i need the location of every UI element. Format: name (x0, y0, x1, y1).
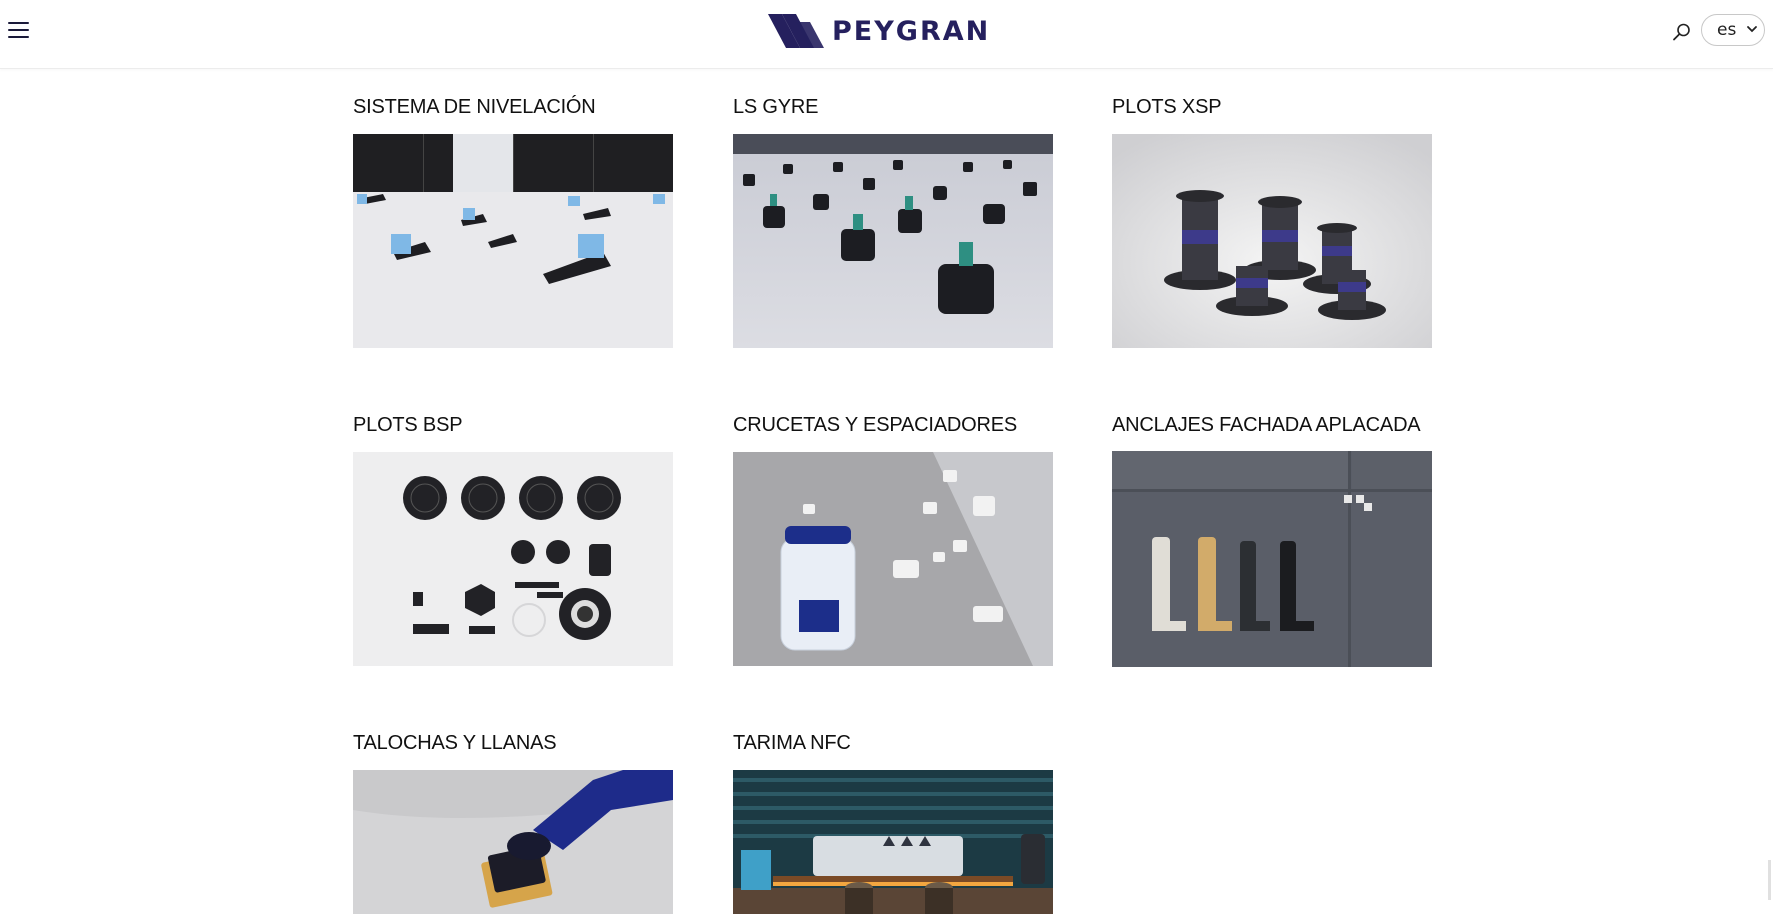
logo-mark-icon (768, 14, 824, 48)
hamburger-menu-icon[interactable] (8, 20, 30, 40)
product-image[interactable] (733, 452, 1053, 666)
product-image[interactable] (733, 134, 1053, 348)
product-image[interactable] (733, 770, 1053, 914)
product-title[interactable]: CRUCETAS Y ESPACIADORES (733, 414, 1017, 437)
product-title[interactable]: PLOTS XSP (1112, 96, 1222, 119)
product-image[interactable] (353, 134, 673, 348)
product-title[interactable]: SISTEMA DE NIVELACIÓN (353, 96, 596, 119)
language-select[interactable]: es (1701, 14, 1765, 46)
language-select-value: es (1717, 20, 1737, 40)
chevron-down-icon (1747, 26, 1757, 33)
product-title[interactable]: LS GYRE (733, 96, 819, 119)
product-image[interactable] (1112, 451, 1432, 667)
product-title[interactable]: TALOCHAS Y LLANAS (353, 732, 557, 755)
logo-text: PEYGRAN (832, 15, 991, 47)
product-image[interactable] (1112, 134, 1432, 348)
peygran-logo[interactable]: PEYGRAN (766, 12, 1026, 50)
product-image[interactable] (353, 452, 673, 666)
product-title[interactable]: ANCLAJES FACHADA APLACADA (1112, 414, 1421, 437)
product-title[interactable]: PLOTS BSP (353, 414, 463, 437)
search-icon[interactable] (1672, 22, 1692, 42)
scrollbar[interactable] (1768, 860, 1771, 900)
product-image[interactable] (353, 770, 673, 914)
product-title[interactable]: TARIMA NFC (733, 732, 851, 755)
site-header: PEYGRAN es (0, 0, 1773, 69)
